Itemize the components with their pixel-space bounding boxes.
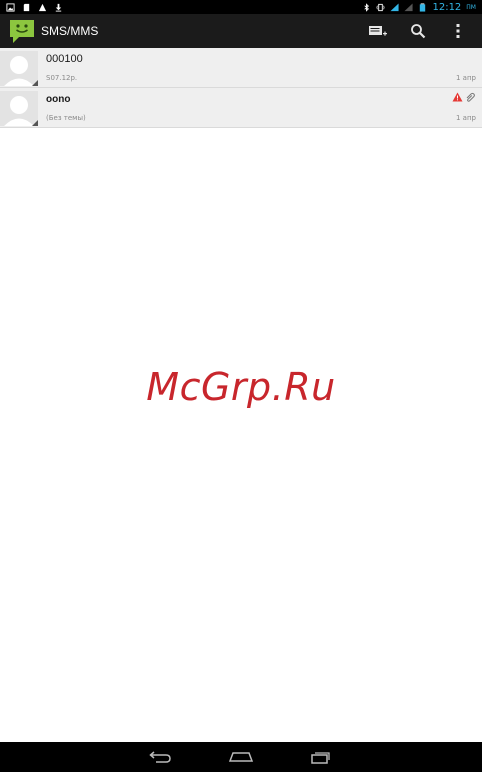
status-time-suffix: ПМ: [466, 3, 476, 11]
conversation-name: 000100: [46, 53, 83, 65]
conversation-snippet: S07.12p.: [46, 74, 78, 82]
status-bar-notifications: [0, 2, 69, 12]
signal-icon: [404, 2, 414, 11]
attachment-icon: [466, 92, 475, 102]
vibrate-icon: [376, 3, 385, 11]
status-time: 12:12: [432, 1, 462, 13]
download-icon: [55, 3, 62, 12]
conversation-item[interactable]: oono (Без темы) 1 апр: [0, 88, 482, 128]
gallery-icon: [6, 2, 15, 12]
watermark: McGrp.Ru: [146, 365, 336, 409]
recent-apps-button[interactable]: [308, 747, 334, 767]
conversation-date: 1 апр: [456, 114, 476, 122]
action-bar: SMS/MMS: [0, 14, 482, 48]
messaging-app-icon[interactable]: [9, 18, 35, 44]
home-icon: [228, 752, 254, 762]
back-icon: [149, 751, 171, 763]
action-bar-buttons: [368, 21, 468, 41]
conversation-name: oono: [46, 94, 71, 105]
contact-placeholder-icon: [0, 91, 38, 126]
sd-card-icon: [23, 3, 30, 11]
status-bar: 12:12 ПМ: [0, 0, 482, 14]
new-message-button[interactable]: [368, 21, 388, 41]
back-button[interactable]: [148, 747, 174, 767]
search-icon: [411, 24, 426, 39]
new-message-icon: [369, 26, 387, 36]
navigation-bar: [0, 742, 482, 772]
avatar[interactable]: [0, 91, 38, 126]
status-bar-system: 12:12 ПМ: [356, 2, 482, 13]
overflow-menu-icon: [456, 24, 460, 38]
search-button[interactable]: [408, 21, 428, 41]
overflow-menu-button[interactable]: [448, 21, 468, 41]
conversation-list: 000100 S07.12p. 1 апр oono (Без темы) 1 …: [0, 48, 482, 128]
contact-placeholder-icon: [0, 51, 38, 86]
recent-apps-icon: [311, 752, 330, 764]
app-title: SMS/MMS: [41, 24, 99, 38]
wifi-icon: [390, 2, 400, 11]
sms-app-screen: 12:12 ПМ SMS/MMS 000100 S07.12p. 1 апр o…: [0, 0, 482, 772]
conversation-item[interactable]: 000100 S07.12p. 1 апр: [0, 48, 482, 88]
error-icon: [452, 92, 463, 102]
warning-icon: [38, 3, 47, 11]
avatar[interactable]: [0, 51, 38, 86]
conversation-snippet: (Без темы): [46, 114, 86, 122]
home-button[interactable]: [228, 747, 254, 767]
battery-icon: [420, 2, 426, 12]
bluetooth-icon: [364, 2, 370, 12]
conversation-status-icons: [452, 92, 476, 102]
conversation-date: 1 апр: [456, 74, 476, 82]
